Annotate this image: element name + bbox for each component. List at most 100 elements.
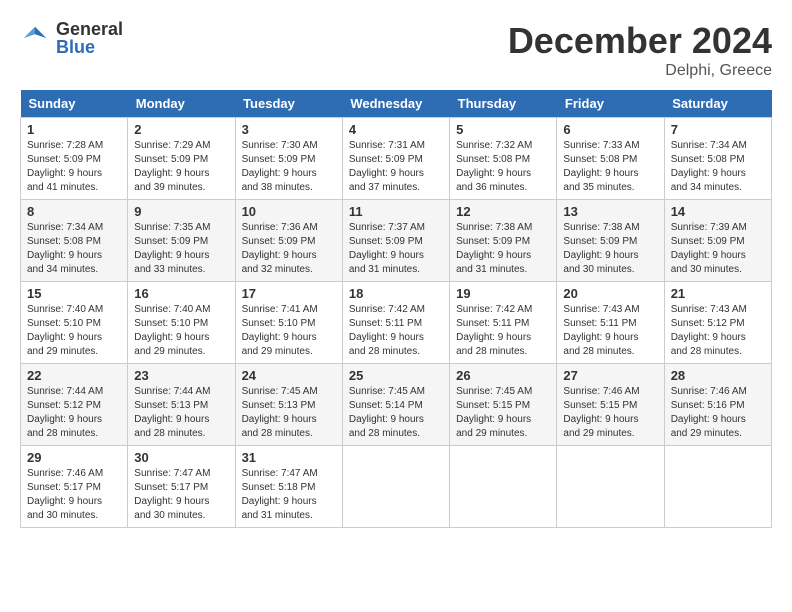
table-row: 1 Sunrise: 7:28 AMSunset: 5:09 PMDayligh… bbox=[21, 118, 128, 200]
day-number: 22 bbox=[27, 368, 121, 383]
table-row: 6 Sunrise: 7:33 AMSunset: 5:08 PMDayligh… bbox=[557, 118, 664, 200]
column-header-row: Sunday Monday Tuesday Wednesday Thursday… bbox=[21, 90, 772, 118]
day-info: Sunrise: 7:40 AMSunset: 5:10 PMDaylight:… bbox=[134, 304, 210, 357]
day-number: 9 bbox=[134, 204, 228, 219]
day-number: 6 bbox=[563, 122, 657, 137]
day-number: 26 bbox=[456, 368, 550, 383]
day-number: 16 bbox=[134, 286, 228, 301]
table-row: 25 Sunrise: 7:45 AMSunset: 5:14 PMDaylig… bbox=[342, 364, 449, 446]
table-row: 11 Sunrise: 7:37 AMSunset: 5:09 PMDaylig… bbox=[342, 200, 449, 282]
day-number: 18 bbox=[349, 286, 443, 301]
day-info: Sunrise: 7:38 AMSunset: 5:09 PMDaylight:… bbox=[563, 222, 639, 275]
day-number: 3 bbox=[242, 122, 336, 137]
col-thursday: Thursday bbox=[450, 90, 557, 118]
table-row: 12 Sunrise: 7:38 AMSunset: 5:09 PMDaylig… bbox=[450, 200, 557, 282]
day-info: Sunrise: 7:38 AMSunset: 5:09 PMDaylight:… bbox=[456, 222, 532, 275]
day-info: Sunrise: 7:45 AMSunset: 5:14 PMDaylight:… bbox=[349, 386, 425, 439]
col-wednesday: Wednesday bbox=[342, 90, 449, 118]
logo-text: General Blue bbox=[56, 20, 123, 56]
day-info: Sunrise: 7:30 AMSunset: 5:09 PMDaylight:… bbox=[242, 140, 318, 193]
logo-icon bbox=[20, 23, 50, 53]
day-number: 24 bbox=[242, 368, 336, 383]
table-row: 9 Sunrise: 7:35 AMSunset: 5:09 PMDayligh… bbox=[128, 200, 235, 282]
day-number: 25 bbox=[349, 368, 443, 383]
day-number: 29 bbox=[27, 450, 121, 465]
table-row: 8 Sunrise: 7:34 AMSunset: 5:08 PMDayligh… bbox=[21, 200, 128, 282]
day-info: Sunrise: 7:34 AMSunset: 5:08 PMDaylight:… bbox=[27, 222, 103, 275]
table-row: 30 Sunrise: 7:47 AMSunset: 5:17 PMDaylig… bbox=[128, 446, 235, 528]
day-number: 10 bbox=[242, 204, 336, 219]
table-row: 16 Sunrise: 7:40 AMSunset: 5:10 PMDaylig… bbox=[128, 282, 235, 364]
page-header: General Blue December 2024 Delphi, Greec… bbox=[20, 20, 772, 80]
table-row: 14 Sunrise: 7:39 AMSunset: 5:09 PMDaylig… bbox=[664, 200, 771, 282]
day-info: Sunrise: 7:36 AMSunset: 5:09 PMDaylight:… bbox=[242, 222, 318, 275]
day-info: Sunrise: 7:47 AMSunset: 5:18 PMDaylight:… bbox=[242, 468, 318, 521]
day-number: 28 bbox=[671, 368, 765, 383]
day-info: Sunrise: 7:46 AMSunset: 5:17 PMDaylight:… bbox=[27, 468, 103, 521]
table-row bbox=[342, 446, 449, 528]
table-row: 23 Sunrise: 7:44 AMSunset: 5:13 PMDaylig… bbox=[128, 364, 235, 446]
day-info: Sunrise: 7:34 AMSunset: 5:08 PMDaylight:… bbox=[671, 140, 747, 193]
day-info: Sunrise: 7:43 AMSunset: 5:12 PMDaylight:… bbox=[671, 304, 747, 357]
day-info: Sunrise: 7:28 AMSunset: 5:09 PMDaylight:… bbox=[27, 140, 103, 193]
day-number: 14 bbox=[671, 204, 765, 219]
table-row: 26 Sunrise: 7:45 AMSunset: 5:15 PMDaylig… bbox=[450, 364, 557, 446]
day-info: Sunrise: 7:29 AMSunset: 5:09 PMDaylight:… bbox=[134, 140, 210, 193]
table-row bbox=[664, 446, 771, 528]
day-number: 19 bbox=[456, 286, 550, 301]
col-sunday: Sunday bbox=[21, 90, 128, 118]
day-number: 5 bbox=[456, 122, 550, 137]
table-row: 15 Sunrise: 7:40 AMSunset: 5:10 PMDaylig… bbox=[21, 282, 128, 364]
table-row: 5 Sunrise: 7:32 AMSunset: 5:08 PMDayligh… bbox=[450, 118, 557, 200]
table-row: 17 Sunrise: 7:41 AMSunset: 5:10 PMDaylig… bbox=[235, 282, 342, 364]
day-number: 27 bbox=[563, 368, 657, 383]
table-row: 20 Sunrise: 7:43 AMSunset: 5:11 PMDaylig… bbox=[557, 282, 664, 364]
day-info: Sunrise: 7:35 AMSunset: 5:09 PMDaylight:… bbox=[134, 222, 210, 275]
day-info: Sunrise: 7:40 AMSunset: 5:10 PMDaylight:… bbox=[27, 304, 103, 357]
day-info: Sunrise: 7:37 AMSunset: 5:09 PMDaylight:… bbox=[349, 222, 425, 275]
col-saturday: Saturday bbox=[664, 90, 771, 118]
table-row bbox=[450, 446, 557, 528]
day-info: Sunrise: 7:46 AMSunset: 5:15 PMDaylight:… bbox=[563, 386, 639, 439]
day-info: Sunrise: 7:39 AMSunset: 5:09 PMDaylight:… bbox=[671, 222, 747, 275]
table-row bbox=[557, 446, 664, 528]
table-row: 7 Sunrise: 7:34 AMSunset: 5:08 PMDayligh… bbox=[664, 118, 771, 200]
day-number: 8 bbox=[27, 204, 121, 219]
logo-general-text: General bbox=[56, 20, 123, 38]
day-info: Sunrise: 7:41 AMSunset: 5:10 PMDaylight:… bbox=[242, 304, 318, 357]
day-number: 17 bbox=[242, 286, 336, 301]
day-number: 4 bbox=[349, 122, 443, 137]
location: Delphi, Greece bbox=[508, 62, 772, 80]
table-row: 10 Sunrise: 7:36 AMSunset: 5:09 PMDaylig… bbox=[235, 200, 342, 282]
table-row: 21 Sunrise: 7:43 AMSunset: 5:12 PMDaylig… bbox=[664, 282, 771, 364]
day-number: 15 bbox=[27, 286, 121, 301]
day-number: 31 bbox=[242, 450, 336, 465]
table-row: 4 Sunrise: 7:31 AMSunset: 5:09 PMDayligh… bbox=[342, 118, 449, 200]
day-number: 1 bbox=[27, 122, 121, 137]
day-info: Sunrise: 7:42 AMSunset: 5:11 PMDaylight:… bbox=[456, 304, 532, 357]
col-friday: Friday bbox=[557, 90, 664, 118]
day-number: 7 bbox=[671, 122, 765, 137]
day-number: 2 bbox=[134, 122, 228, 137]
table-row: 27 Sunrise: 7:46 AMSunset: 5:15 PMDaylig… bbox=[557, 364, 664, 446]
month-title: December 2024 bbox=[508, 20, 772, 62]
table-row: 22 Sunrise: 7:44 AMSunset: 5:12 PMDaylig… bbox=[21, 364, 128, 446]
day-info: Sunrise: 7:32 AMSunset: 5:08 PMDaylight:… bbox=[456, 140, 532, 193]
day-number: 11 bbox=[349, 204, 443, 219]
day-number: 23 bbox=[134, 368, 228, 383]
day-info: Sunrise: 7:44 AMSunset: 5:12 PMDaylight:… bbox=[27, 386, 103, 439]
table-row: 31 Sunrise: 7:47 AMSunset: 5:18 PMDaylig… bbox=[235, 446, 342, 528]
day-number: 20 bbox=[563, 286, 657, 301]
day-number: 12 bbox=[456, 204, 550, 219]
day-info: Sunrise: 7:43 AMSunset: 5:11 PMDaylight:… bbox=[563, 304, 639, 357]
day-info: Sunrise: 7:42 AMSunset: 5:11 PMDaylight:… bbox=[349, 304, 425, 357]
day-info: Sunrise: 7:45 AMSunset: 5:13 PMDaylight:… bbox=[242, 386, 318, 439]
logo-blue-text: Blue bbox=[56, 38, 123, 56]
table-row: 28 Sunrise: 7:46 AMSunset: 5:16 PMDaylig… bbox=[664, 364, 771, 446]
day-number: 21 bbox=[671, 286, 765, 301]
calendar-table: Sunday Monday Tuesday Wednesday Thursday… bbox=[20, 90, 772, 528]
day-info: Sunrise: 7:46 AMSunset: 5:16 PMDaylight:… bbox=[671, 386, 747, 439]
table-row: 2 Sunrise: 7:29 AMSunset: 5:09 PMDayligh… bbox=[128, 118, 235, 200]
table-row: 29 Sunrise: 7:46 AMSunset: 5:17 PMDaylig… bbox=[21, 446, 128, 528]
table-row: 13 Sunrise: 7:38 AMSunset: 5:09 PMDaylig… bbox=[557, 200, 664, 282]
